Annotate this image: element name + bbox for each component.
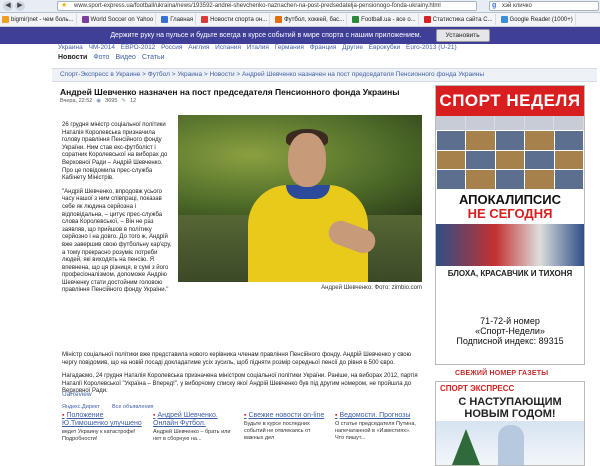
bookmarks-bar: bigmir)net - чем боль... World Soccer on… [0,13,600,27]
article-meta: Вчера, 22:52 ◉ 3695 ✎ 12 [60,98,136,104]
nav-link[interactable]: Италия [247,44,269,51]
cover2-masthead: СПОРТ ЭКСПРЕСС [440,383,515,393]
article-photo [178,115,422,282]
bookmark-item[interactable]: Новости спорта он... [199,14,271,25]
nav-link[interactable]: Англия [188,44,209,51]
related-item[interactable]: ▪ Андрей Шевченко. Онлайн Футбол. Андрей … [153,412,238,466]
favicon-icon [161,16,169,23]
google-icon: g [492,2,497,9]
section-nav: Новости Фото Видео Статьи [58,54,171,64]
nav-link[interactable]: Испания [215,44,241,51]
fresh-issue-title: СВЕЖИЙ НОМЕР ГАЗЕТЫ [455,370,549,377]
ad-marker-icon: ▪ [244,412,247,419]
promo-text: Держите руку на пульсе и будьте всегда в… [110,32,422,39]
views-icon: ◉ [96,98,102,104]
bookmark-item[interactable]: bigmir)net - чем боль... [0,14,77,25]
nav-link[interactable]: Германия [275,44,304,51]
related-item[interactable]: ▪ Положение Ю.Тимошенко улучшено ведет Ук… [62,412,147,466]
paper-name: «Спорт-Недели» [475,326,545,336]
nav-link[interactable]: Франция [310,44,337,51]
cover2-headline: С НАСТУПАЮЩИМ НОВЫМ ГОДОМ! [458,396,562,420]
cover-subheadline: БЛОХА, КРАСАВЧИК И ТИХОНЯ [447,269,573,278]
sport-week-cover[interactable]: СПОРТ НЕДЕЛЯ АПОКАЛИПСИС НЕ СЕГОДНЯ БЛОХ… [435,85,585,365]
sport-express-cover[interactable]: СПОРТ ЭКСПРЕСС С НАСТУПАЮЩИМ НОВЫМ ГОДОМ… [435,381,585,466]
cover2-image [436,421,584,465]
bookmark-star-icon[interactable]: ★ [61,2,67,10]
bookmark-item[interactable]: Статистика сайта С... [422,14,496,25]
search-box[interactable]: g хэй кличко [489,1,599,11]
app-promo-banner: Держите руку на пульсе и будьте всегда в… [0,27,600,44]
comments-icon: ✎ [121,98,127,104]
ad-marker-icon: ▪ [335,412,338,419]
favicon-icon [275,16,283,23]
related-ads: ▪ Положение Ю.Тимошенко улучшено ведет Ук… [62,412,422,466]
article-lead: 26 грудня міністр соціальної політики На… [62,122,174,301]
forward-icon[interactable]: ▶ [15,1,25,11]
nav-link[interactable]: Другие [342,44,363,51]
nav-link[interactable]: ЧМ-2014 [89,44,115,51]
subscription-index: Подписной индекс: 89315 [456,336,564,346]
all-ads-link[interactable]: Все объявления [112,404,154,410]
bookmark-item[interactable]: Главная [159,14,197,25]
issue-number: 71-72-й номер [480,316,540,326]
nav-link[interactable]: ЕВРО-2012 [121,44,156,51]
article-title: Андрей Шевченко назначен на пост председ… [60,87,400,97]
favicon-icon [352,16,360,23]
cover-masthead: СПОРТ НЕДЕЛЯ [436,86,584,116]
article-paragraph: Нагадаємо, 24 грудня Наталія Королевська… [62,373,418,395]
related-item[interactable]: ▪ Свежие новости on-line Будьте в курсе п… [244,412,329,466]
ad-marker-icon: ▪ [153,412,156,419]
bookmark-item[interactable]: Football.ua - все о... [350,14,419,25]
nav-link[interactable]: Россия [161,44,182,51]
nav-link[interactable]: Еврокубки [369,44,400,51]
yandex-direct-link[interactable]: Яндекс.Директ [62,404,100,410]
back-icon[interactable]: ◀ [3,1,13,11]
cover-headline: АПОКАЛИПСИС НЕ СЕГОДНЯ [458,192,562,221]
bookmark-item[interactable]: Футбол, хоккей, бас... [273,14,348,25]
search-value: хэй кличко [502,3,532,9]
favicon-icon [500,16,508,23]
favicon-icon [2,16,9,23]
cover-thumb-strip [436,116,584,130]
tab-articles[interactable]: Статьи [142,54,165,64]
address-bar[interactable]: ★ www.sport-express.ua/football/ukraina/… [57,1,477,11]
league-nav: Украина ЧМ-2014 ЕВРО-2012 Россия Англия … [58,44,488,53]
article-paragraph: Міністр соціальної політики вже представ… [62,352,412,366]
cover-photo-grid [436,130,584,190]
tab-video[interactable]: Видео [115,54,135,64]
article-paragraph: 26 грудня міністр соціальної політики На… [62,122,168,182]
article-quote: "Андрій Шевченко, впродовж усього часу н… [62,188,172,294]
favicon-icon [201,16,209,23]
article-time: Вчера, 22:52 [60,98,93,104]
ad-links: Яндекс.Директ Все объявления [62,404,154,410]
bookmark-item[interactable]: Google Reader (1000+) [499,14,576,25]
favicon-icon [81,16,89,23]
article-source[interactable]: UaReview [62,391,92,398]
favicon-icon [423,16,431,23]
browser-toolbar: ◀ ▶ ★ www.sport-express.ua/football/ukra… [0,0,600,13]
tab-news[interactable]: Новости [58,54,87,64]
article-comments[interactable]: 12 [130,98,136,104]
bookmark-item[interactable]: World Soccer on Yahoo [80,14,157,25]
photo-caption: Андрей Шевченко. Фото: zimbio.com [321,285,422,291]
url-text: www.sport-express.ua/football/ukraina/ne… [74,3,441,9]
cover-players-image [436,224,584,266]
article-views: 3695 [105,98,118,104]
nav-link[interactable]: Euro-2013 (U-21) [406,44,457,51]
tab-photo[interactable]: Фото [93,54,109,64]
article-body: Міністр соціальної політики вже представ… [62,352,422,402]
nav-link[interactable]: Украина [58,44,83,51]
install-button[interactable]: Установить [435,29,490,42]
breadcrumb[interactable]: Спорт-Экспресс в Украине > Футбол > Укра… [52,68,597,82]
related-item[interactable]: ▪ Ведомости. Прогнозы О статье председате… [335,412,420,466]
cover-footer: 71-72-й номер «Спорт-Недели» Подписной и… [436,312,584,364]
ad-marker-icon: ▪ [62,412,65,419]
